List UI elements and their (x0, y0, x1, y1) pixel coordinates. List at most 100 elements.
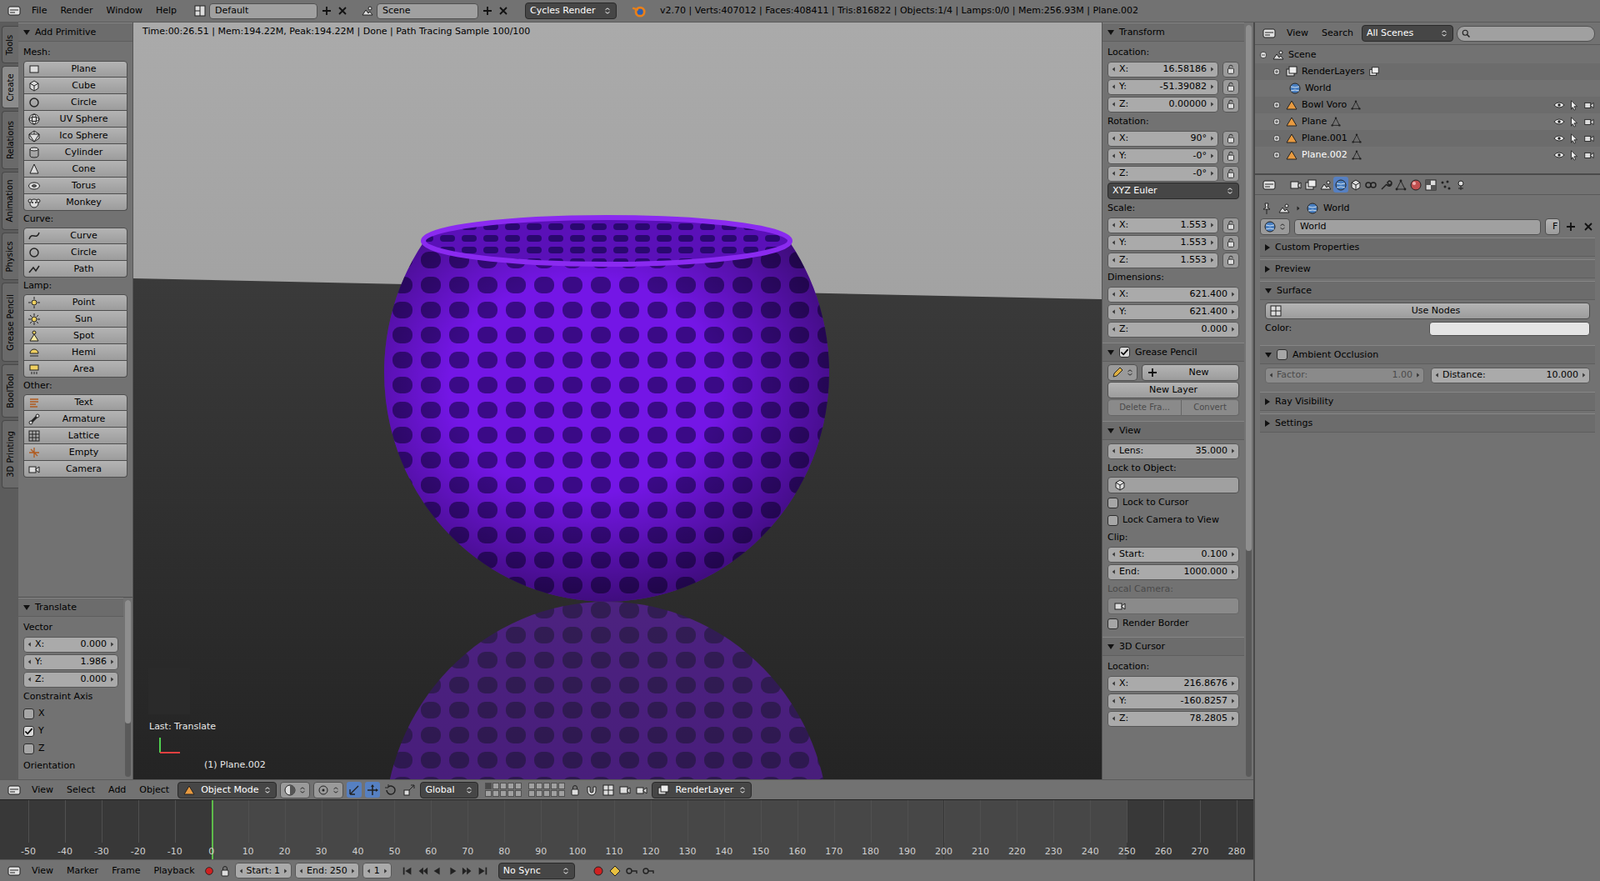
checkbox[interactable] (1119, 346, 1130, 358)
sync-mode-dropdown[interactable]: No Sync (498, 862, 575, 880)
layer-button[interactable] (507, 782, 515, 790)
local-camera-field[interactable] (1107, 597, 1240, 615)
unlock-icon[interactable] (1222, 130, 1240, 147)
decrement-arrow-icon[interactable] (1110, 446, 1117, 455)
properties-tab[interactable] (1408, 176, 1424, 193)
outliner-row[interactable]: RenderLayers (1255, 63, 1600, 80)
outliner-row[interactable]: Plane.002 (1255, 146, 1600, 164)
editor-type-icon[interactable] (1260, 178, 1279, 192)
insert-keyframe-icon[interactable] (625, 864, 639, 878)
pin-icon[interactable] (1260, 201, 1274, 215)
unlock-icon[interactable] (1222, 96, 1240, 113)
decrement-arrow-icon[interactable] (298, 866, 305, 875)
add-primitive-button[interactable]: Lattice (23, 427, 128, 445)
panel-header[interactable]: Ambient Occlusion (1260, 345, 1595, 365)
transform-orientation-dropdown[interactable]: Global (420, 781, 479, 799)
viewport[interactable]: Time:00:26.51 | Mem:194.22M, Peak:194.22… (133, 22, 1102, 780)
properties-tab[interactable] (1453, 176, 1469, 193)
location-field[interactable]: Y:-51.39082 (1107, 79, 1219, 95)
menu-item[interactable]: Search (1316, 25, 1359, 40)
layer-button[interactable] (535, 790, 543, 797)
unlock-icon[interactable] (1222, 61, 1240, 78)
renderability-camera-icon[interactable] (1583, 149, 1595, 161)
add-primitive-button[interactable]: Armature (23, 410, 128, 428)
properties-tab[interactable] (1288, 176, 1304, 193)
increment-arrow-icon[interactable] (1230, 679, 1236, 688)
increment-arrow-icon[interactable] (1230, 325, 1236, 334)
jumpstart-icon[interactable] (401, 865, 414, 877)
editor-type-icon[interactable] (5, 4, 24, 18)
prevkey-icon[interactable] (416, 865, 429, 877)
expand-toggle-icon[interactable] (1258, 50, 1269, 60)
decrement-arrow-icon[interactable] (1110, 134, 1117, 143)
expand-toggle[interactable] (23, 605, 30, 610)
menu-item[interactable]: View (26, 782, 59, 797)
search-field[interactable] (1456, 25, 1595, 42)
menu-item[interactable]: File (26, 3, 52, 18)
increment-arrow-icon[interactable] (1580, 370, 1587, 380)
decrement-arrow-icon[interactable] (1110, 169, 1117, 178)
increment-arrow-icon[interactable] (1209, 220, 1215, 230)
decrement-arrow-icon[interactable] (1110, 307, 1117, 316)
unlock-icon[interactable] (1222, 79, 1240, 95)
layout-icon[interactable] (193, 4, 207, 18)
layer-button[interactable] (500, 790, 507, 797)
decrement-arrow-icon[interactable] (1110, 714, 1117, 723)
decrement-arrow-icon[interactable] (1434, 370, 1440, 380)
cursor-location-field[interactable]: Z:78.2805 (1107, 710, 1240, 727)
layer-button[interactable] (543, 790, 550, 797)
timeline-ruler[interactable]: -50-40-30-20-100102030405060708090100110… (0, 799, 1254, 860)
add-primitive-button[interactable]: Spot (23, 327, 128, 345)
layer-button[interactable] (550, 782, 558, 790)
panel-header[interactable]: Surface (1260, 280, 1595, 300)
layer-button[interactable] (492, 790, 500, 797)
layer-button[interactable] (543, 782, 550, 790)
menu-item[interactable]: Add (103, 782, 131, 797)
clip-field[interactable]: End:1000.000 (1107, 564, 1240, 580)
close-icon[interactable] (335, 4, 350, 18)
checkbox[interactable] (23, 743, 35, 755)
vector-field[interactable]: Z:0.000 (23, 671, 119, 688)
properties-tab[interactable] (1318, 176, 1334, 193)
unlock-icon[interactable] (1222, 165, 1240, 182)
delete-keyframe-icon[interactable] (641, 864, 655, 878)
increment-arrow-icon[interactable] (1209, 100, 1215, 109)
rotation-field[interactable]: Z:-0° (1107, 165, 1219, 182)
layer-button[interactable] (550, 790, 558, 797)
expand-toggle-icon[interactable] (1271, 150, 1282, 160)
add-primitive-button[interactable]: Empty (23, 444, 128, 461)
checkbox[interactable] (1107, 515, 1119, 526)
tool-tab[interactable]: Relations (1, 110, 19, 170)
menu-item[interactable]: Playback (148, 863, 200, 878)
outliner-row[interactable]: Plane (1255, 113, 1600, 130)
render-layer-dropdown[interactable]: RenderLayer (651, 781, 752, 799)
unlock-icon[interactable] (1222, 235, 1240, 251)
add-primitive-button[interactable]: Cube (23, 77, 128, 95)
panel-header[interactable]: Settings (1260, 413, 1595, 433)
expand-toggle[interactable] (1107, 428, 1115, 434)
add-primitive-button[interactable]: Hemi (23, 344, 128, 361)
increment-arrow-icon[interactable] (1230, 696, 1236, 705)
rotation-field[interactable]: Y:-0° (1107, 148, 1219, 165)
nextkey-icon[interactable] (461, 865, 474, 877)
visibility-eye-icon[interactable] (1553, 99, 1565, 111)
menu-item[interactable]: View (1281, 25, 1314, 40)
scene-icon[interactable] (360, 4, 375, 18)
new-button[interactable]: New (1141, 364, 1240, 381)
vector-field[interactable]: Y:1.986 (23, 654, 119, 670)
ao-factor-field[interactable]: Factor:1.00 (1265, 367, 1425, 384)
scale-field[interactable]: Y:1.553 (1107, 235, 1219, 251)
menu-item[interactable]: Help (150, 3, 182, 18)
viewport-shading-dropdown[interactable] (280, 781, 310, 799)
outliner-row[interactable]: Scene (1255, 46, 1600, 64)
manipulator-toggle[interactable] (365, 781, 380, 798)
menu-item[interactable]: Object (134, 782, 175, 797)
increment-arrow-icon[interactable] (1209, 255, 1215, 265)
selectability-arrow-icon[interactable] (1568, 99, 1580, 111)
increment-arrow-icon[interactable] (109, 675, 115, 684)
scale-field[interactable]: X:1.553 (1107, 217, 1219, 234)
decrement-arrow-icon[interactable] (1110, 679, 1117, 688)
panel-header[interactable]: Transform (1102, 22, 1245, 42)
checkbox[interactable] (1107, 497, 1119, 509)
grease-pencil-selector[interactable] (1107, 364, 1138, 381)
